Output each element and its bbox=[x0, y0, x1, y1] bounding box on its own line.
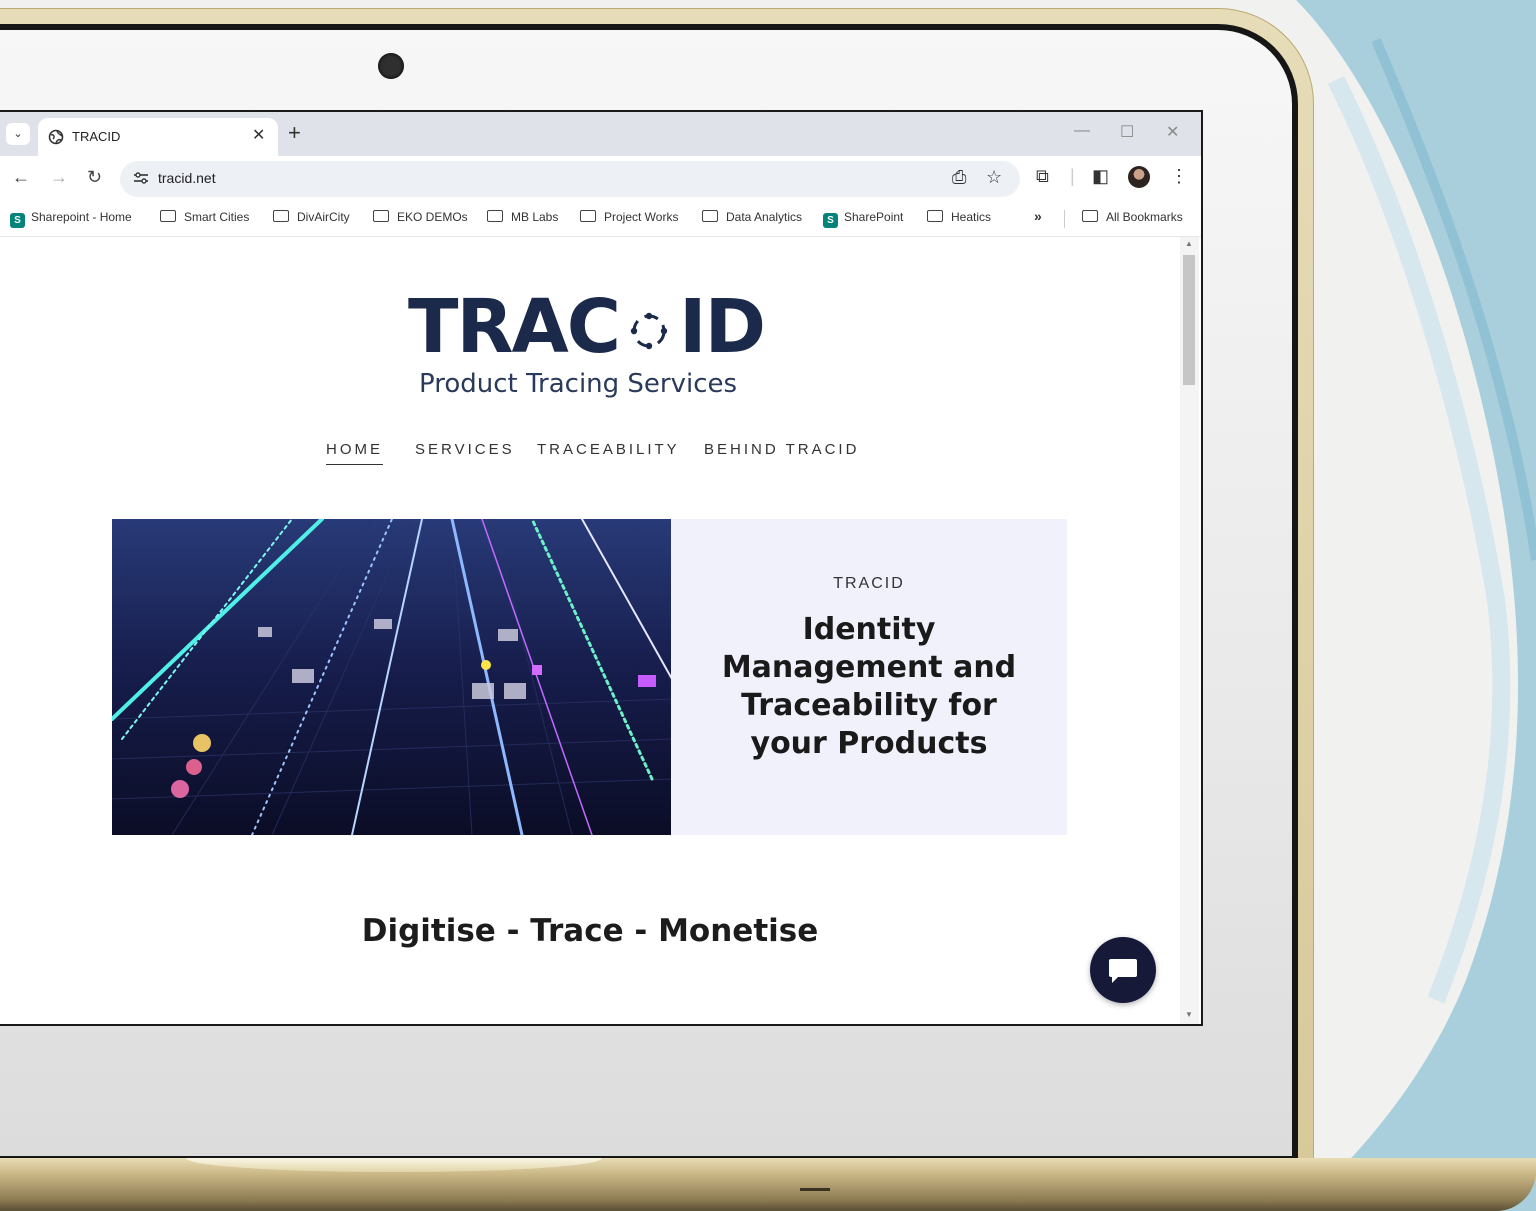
folder-icon bbox=[160, 210, 176, 222]
hero-headline: Identity Management and Traceability for… bbox=[721, 612, 1017, 761]
globe-icon bbox=[48, 129, 64, 145]
hero-kicker: TRACID bbox=[833, 575, 905, 592]
folder-icon bbox=[1082, 210, 1098, 222]
bookmark-mb-labs[interactable]: MB Labs bbox=[487, 210, 558, 224]
logo-tagline: Product Tracing Services bbox=[419, 369, 738, 399]
toolbar-separator: | bbox=[1070, 166, 1075, 186]
forward-arrow-icon[interactable]: → bbox=[50, 167, 68, 188]
tab-tracid[interactable]: TRACID ✕ bbox=[38, 118, 278, 156]
bookmark-divaircity[interactable]: DivAirCity bbox=[273, 210, 350, 224]
bookmark-data-analytics[interactable]: Data Analytics bbox=[702, 210, 802, 224]
nav-traceability[interactable]: TRACEABILITY bbox=[537, 441, 680, 458]
close-tab-icon[interactable]: ✕ bbox=[252, 125, 265, 145]
laptop-base-slit bbox=[800, 1188, 830, 1191]
nav-behind-tracid[interactable]: BEHIND TRACID bbox=[704, 441, 859, 458]
scrollbar[interactable]: ▲ ▼ bbox=[1180, 237, 1199, 1024]
scroll-down-arrow-icon[interactable]: ▼ bbox=[1185, 1010, 1193, 1019]
site-logo[interactable]: TRAC ID Product Tracing Services bbox=[408, 284, 788, 399]
address-bar[interactable]: tracid.net ⎙ ☆ bbox=[120, 161, 1020, 197]
side-panel-icon[interactable]: ◧ bbox=[1092, 166, 1109, 187]
folder-icon bbox=[702, 210, 718, 222]
install-app-icon[interactable]: ⎙ bbox=[952, 167, 966, 188]
more-menu-icon[interactable]: ⋮ bbox=[1170, 166, 1188, 187]
folder-icon bbox=[580, 210, 596, 222]
bookmark-sharepoint-home[interactable]: S Sharepoint - Home bbox=[10, 210, 132, 228]
section-tagline: Digitise - Trace - Monetise bbox=[361, 913, 819, 949]
bookmarks-bar: S Sharepoint - Home Smart Cities DivAirCi… bbox=[0, 202, 1201, 237]
site-settings-icon[interactable] bbox=[132, 169, 150, 187]
scroll-up-arrow-icon[interactable]: ▲ bbox=[1185, 239, 1193, 248]
minimize-icon[interactable]: — bbox=[1074, 122, 1090, 140]
sharepoint-icon: S bbox=[10, 213, 25, 228]
logo-wordmark: TRAC ID bbox=[408, 284, 766, 370]
new-tab-button[interactable]: + bbox=[288, 120, 301, 146]
nav-services[interactable]: SERVICES bbox=[415, 441, 515, 458]
page-viewport: TRAC ID Product Tracing Services HOME SE… bbox=[0, 237, 1180, 1024]
maximize-icon[interactable]: ☐ bbox=[1120, 122, 1134, 142]
bookmark-star-icon[interactable]: ☆ bbox=[986, 167, 1002, 188]
browser-toolbar: ← → ↻ tracid.net ⎙ ☆ ⧉ | ◧ ⋮ bbox=[0, 156, 1201, 202]
bookmarks-overflow-button[interactable]: » bbox=[1034, 208, 1042, 224]
tab-bar: ⌄ TRACID ✕ + — ☐ ✕ bbox=[0, 112, 1201, 156]
bookmark-heatics[interactable]: Heatics bbox=[927, 210, 991, 224]
chat-button[interactable] bbox=[1090, 937, 1156, 1003]
tab-title: TRACID bbox=[72, 129, 121, 144]
bookmark-project-works[interactable]: Project Works bbox=[580, 210, 678, 224]
bookmark-eko-demos[interactable]: EKO DEMOs bbox=[373, 210, 468, 224]
hero-banner: TRACID Identity Management and Traceabil… bbox=[112, 519, 1067, 835]
extensions-icon[interactable]: ⧉ bbox=[1036, 166, 1049, 187]
bookmark-sharepoint[interactable]: S SharePoint bbox=[823, 210, 903, 228]
profile-avatar[interactable] bbox=[1128, 166, 1150, 188]
tab-search-button[interactable]: ⌄ bbox=[6, 123, 30, 145]
chat-bubble-icon bbox=[1109, 959, 1137, 983]
sharepoint-icon: S bbox=[823, 213, 838, 228]
reload-icon[interactable]: ↻ bbox=[87, 167, 102, 188]
hero-text-panel: TRACID Identity Management and Traceabil… bbox=[671, 519, 1067, 835]
folder-icon bbox=[487, 210, 503, 222]
webcam bbox=[378, 53, 404, 79]
nav-home[interactable]: HOME bbox=[326, 441, 383, 465]
trace-cycle-icon bbox=[630, 313, 668, 350]
back-arrow-icon[interactable]: ← bbox=[12, 167, 30, 188]
all-bookmarks-button[interactable]: All Bookmarks bbox=[1082, 210, 1183, 224]
url-text: tracid.net bbox=[158, 170, 216, 186]
close-window-icon[interactable]: ✕ bbox=[1166, 122, 1179, 142]
scroll-thumb[interactable] bbox=[1183, 255, 1195, 385]
browser-window: ⌄ TRACID ✕ + — ☐ ✕ ← → ↻ tracid.net ⎙ ☆ … bbox=[0, 110, 1203, 1026]
folder-icon bbox=[927, 210, 943, 222]
bookmark-smart-cities[interactable]: Smart Cities bbox=[160, 210, 249, 224]
folder-icon bbox=[373, 210, 389, 222]
bookmarks-separator bbox=[1064, 210, 1065, 228]
hero-image bbox=[112, 519, 672, 835]
folder-icon bbox=[273, 210, 289, 222]
